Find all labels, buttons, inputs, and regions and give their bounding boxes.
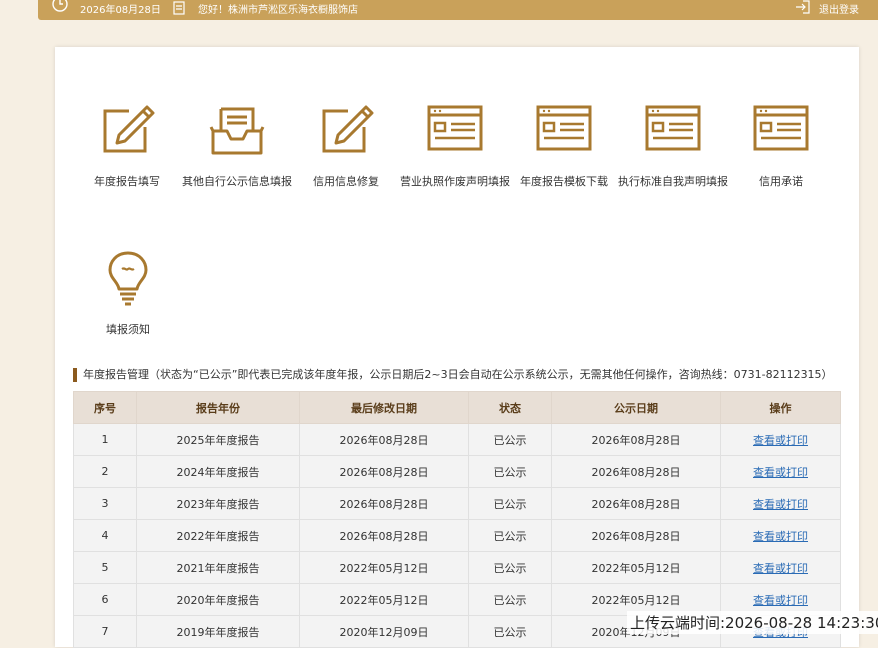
section-title: 年度报告管理（状态为“已公示”即代表已完成该年度年报，公示日期后2~3日会自动在… <box>73 368 833 382</box>
func-label: 填报须知 <box>106 323 150 336</box>
table-row: 4 2022年年度报告 2026年08月28日 已公示 2026年08月28日 … <box>73 519 841 552</box>
shop-icon <box>171 0 187 18</box>
func-label: 信用信息修复 <box>313 175 379 188</box>
cell-published: 2026年08月28日 <box>551 519 721 552</box>
view-print-link[interactable]: 查看或打印 <box>753 466 808 479</box>
logout-button[interactable]: 退出登录 <box>819 0 859 20</box>
cell-status: 已公示 <box>468 519 552 552</box>
view-print-link[interactable]: 查看或打印 <box>753 562 808 575</box>
func-label: 营业执照作废声明填报 <box>400 175 510 188</box>
func-label: 年度报告模板下载 <box>520 175 608 188</box>
cell-status: 已公示 <box>468 423 552 456</box>
cell-no: 3 <box>73 487 137 520</box>
col-header-published: 公示日期 <box>551 391 721 424</box>
view-print-link[interactable]: 查看或打印 <box>753 594 808 607</box>
cell-year: 2021年年度报告 <box>136 551 300 584</box>
lightbulb-icon <box>98 249 158 307</box>
cell-status: 已公示 <box>468 615 552 648</box>
credit-repair-button[interactable]: 信用信息修复 <box>290 101 402 189</box>
cell-no: 7 <box>73 615 137 648</box>
cell-no: 6 <box>73 583 137 616</box>
cell-modified: 2020年12月09日 <box>299 615 469 648</box>
cell-published: 2026年08月28日 <box>551 455 721 488</box>
cell-action: 查看或打印 <box>720 519 841 552</box>
table-row: 5 2021年年度报告 2022年05月12日 已公示 2022年05月12日 … <box>73 551 841 584</box>
cell-year: 2025年年度报告 <box>136 423 300 456</box>
col-header-modified: 最后修改日期 <box>299 391 469 424</box>
greeting-text: 您好！株洲市芦淞区乐海衣橱服饰店 <box>198 4 358 16</box>
cell-action: 查看或打印 <box>720 487 841 520</box>
cell-modified: 2026年08月28日 <box>299 519 469 552</box>
logout-icon[interactable] <box>794 0 812 17</box>
credit-commitment-button[interactable]: 信用承诺 <box>725 101 837 189</box>
func-label: 信用承诺 <box>759 175 803 188</box>
cell-status: 已公示 <box>468 487 552 520</box>
edit-icon <box>97 101 157 159</box>
form-icon <box>425 101 485 159</box>
cell-no: 1 <box>73 423 137 456</box>
cell-published: 2022年05月12日 <box>551 551 721 584</box>
col-header-status: 状态 <box>468 391 552 424</box>
cell-status: 已公示 <box>468 551 552 584</box>
edit-icon <box>316 101 376 159</box>
cell-status: 已公示 <box>468 583 552 616</box>
func-label: 其他自行公示信息填报 <box>182 175 292 188</box>
cell-modified: 2026年08月28日 <box>299 455 469 488</box>
table-row: 3 2023年年度报告 2026年08月28日 已公示 2026年08月28日 … <box>73 487 841 520</box>
cell-no: 2 <box>73 455 137 488</box>
col-header-year: 报告年份 <box>136 391 300 424</box>
form-icon <box>534 101 594 159</box>
col-header-action: 操作 <box>720 391 841 424</box>
cell-action: 查看或打印 <box>720 551 841 584</box>
standard-self-declaration-button[interactable]: 执行标准自我声明填报 <box>617 101 729 189</box>
cell-modified: 2022年05月12日 <box>299 551 469 584</box>
report-template-download-button[interactable]: 年度报告模板下载 <box>508 101 620 189</box>
cell-year: 2023年年度报告 <box>136 487 300 520</box>
cell-no: 4 <box>73 519 137 552</box>
table-row: 1 2025年年度报告 2026年08月28日 已公示 2026年08月28日 … <box>73 423 841 456</box>
table-row: 2 2024年年度报告 2026年08月28日 已公示 2026年08月28日 … <box>73 455 841 488</box>
current-date: 2026年08月28日 <box>80 4 161 16</box>
main-card: 年度报告填写 其他自行公示信息填报 信用信息修复 营业执照作废声明填报 年度报告… <box>55 47 859 648</box>
license-void-statement-button[interactable]: 营业执照作废声明填报 <box>399 101 511 189</box>
form-icon <box>643 101 703 159</box>
top-bar: 2026年08月28日 您好！株洲市芦淞区乐海衣橱服饰店 退出登录 <box>38 0 878 20</box>
upload-time-overlay: 上传云端时间:2026-08-28 14:23:30 <box>627 611 878 634</box>
clock-icon <box>50 0 70 14</box>
cell-action: 查看或打印 <box>720 423 841 456</box>
cell-modified: 2026年08月28日 <box>299 423 469 456</box>
func-label: 执行标准自我声明填报 <box>618 175 728 188</box>
form-icon <box>751 101 811 159</box>
view-print-link[interactable]: 查看或打印 <box>753 530 808 543</box>
filing-notice-button[interactable]: 填报须知 <box>72 249 184 337</box>
cell-published: 2026年08月28日 <box>551 487 721 520</box>
other-info-fill-button[interactable]: 其他自行公示信息填报 <box>181 101 293 189</box>
cell-year: 2024年年度报告 <box>136 455 300 488</box>
cell-action: 查看或打印 <box>720 455 841 488</box>
inbox-icon <box>207 101 267 159</box>
cell-year: 2022年年度报告 <box>136 519 300 552</box>
col-header-no: 序号 <box>73 391 137 424</box>
cell-status: 已公示 <box>468 455 552 488</box>
cell-published: 2026年08月28日 <box>551 423 721 456</box>
annual-report-table: 序号 报告年份 最后修改日期 状态 公示日期 操作 1 2025年年度报告 20… <box>73 391 841 648</box>
cell-modified: 2022年05月12日 <box>299 583 469 616</box>
table-header-row: 序号 报告年份 最后修改日期 状态 公示日期 操作 <box>73 391 841 424</box>
func-label: 年度报告填写 <box>94 175 160 188</box>
view-print-link[interactable]: 查看或打印 <box>753 498 808 511</box>
cell-modified: 2026年08月28日 <box>299 487 469 520</box>
annual-report-fill-button[interactable]: 年度报告填写 <box>71 101 183 189</box>
cell-year: 2020年年度报告 <box>136 583 300 616</box>
cell-no: 5 <box>73 551 137 584</box>
view-print-link[interactable]: 查看或打印 <box>753 434 808 447</box>
cell-year: 2019年年度报告 <box>136 615 300 648</box>
